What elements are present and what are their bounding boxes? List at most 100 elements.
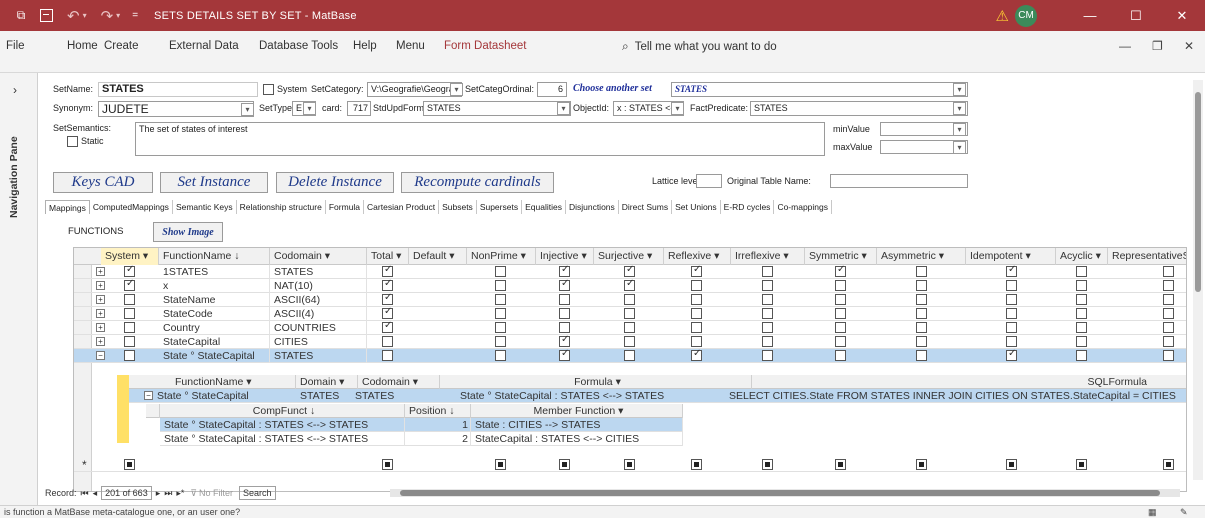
col-nonprime[interactable]: NonPrime ▾ — [467, 248, 536, 265]
surjective-checkbox[interactable] — [624, 350, 635, 361]
system-checkbox[interactable] — [124, 350, 135, 361]
subcol-formula[interactable]: Formula ▾ — [440, 375, 752, 389]
table-row[interactable]: +1STATESSTATES — [74, 264, 1186, 279]
nonprime-checkbox[interactable] — [495, 308, 506, 319]
setname-input[interactable]: STATES — [98, 82, 258, 97]
minvalue-dropdown-icon[interactable]: ▾ — [953, 123, 966, 136]
setsemantics-input[interactable]: The set of states of interest — [135, 122, 825, 156]
functionname-cell[interactable]: StateCapital — [159, 335, 270, 349]
new-acyclic-checkbox[interactable] — [1076, 459, 1087, 470]
prev-record-icon[interactable]: ◂ — [93, 488, 98, 499]
table-row[interactable]: − State ° StateCapital STATES — [74, 348, 1186, 363]
show-image-button[interactable]: Show Image — [153, 222, 223, 242]
codomain-cell[interactable]: STATES — [270, 265, 367, 279]
functionname-cell[interactable]: StateCode — [159, 307, 270, 321]
synonym-dropdown-icon[interactable]: ▾ — [241, 103, 254, 116]
asymmetric-checkbox[interactable] — [916, 336, 927, 347]
stdupdform-dropdown-icon[interactable]: ▾ — [557, 102, 570, 115]
col-reflexive[interactable]: Reflexive ▾ — [664, 248, 731, 265]
col-symmetric[interactable]: Symmetric ▾ — [805, 248, 877, 265]
expand-icon[interactable]: + — [96, 267, 105, 276]
tab-cartesian-product[interactable]: Cartesian Product — [364, 200, 440, 214]
tab-subsets[interactable]: Subsets — [439, 200, 477, 214]
functionname-cell[interactable]: 1STATES — [159, 265, 270, 279]
tab-help[interactable]: Help — [353, 36, 377, 56]
acyclic-checkbox[interactable] — [1076, 294, 1087, 305]
rep-checkbox[interactable] — [1163, 350, 1174, 361]
symmetric-checkbox[interactable] — [835, 322, 846, 333]
symmetric-checkbox[interactable] — [835, 264, 846, 277]
tell-me-box[interactable]: ⌕ Tell me what you want to do — [622, 36, 777, 57]
reflexive-checkbox[interactable] — [691, 322, 702, 333]
asymmetric-checkbox[interactable] — [916, 322, 927, 333]
tab-home[interactable]: Home — [67, 36, 98, 56]
col-default[interactable]: Default ▾ — [409, 248, 467, 265]
minimize-button[interactable]: — — [1067, 0, 1113, 31]
acyclic-checkbox[interactable] — [1076, 280, 1087, 291]
surjective-checkbox[interactable] — [624, 294, 635, 305]
tab-external-data[interactable]: External Data — [169, 36, 239, 56]
system-checkbox[interactable] — [124, 294, 135, 305]
injective-checkbox[interactable] — [559, 294, 570, 305]
new-record-nav-icon[interactable]: ▸* — [176, 488, 184, 499]
asymmetric-checkbox[interactable] — [916, 294, 927, 305]
recompute-cardinals-button[interactable]: Recompute cardinals — [401, 172, 554, 193]
system-checkbox[interactable] — [124, 308, 135, 319]
total-checkbox[interactable] — [382, 292, 393, 305]
injective-checkbox[interactable] — [559, 308, 570, 319]
acyclic-checkbox[interactable] — [1076, 350, 1087, 361]
col-injective[interactable]: Injective ▾ — [536, 248, 594, 265]
reflexive-checkbox[interactable] — [691, 280, 702, 291]
choose-set-dropdown-icon[interactable]: ▾ — [953, 83, 966, 96]
idempotent-checkbox[interactable] — [1006, 322, 1017, 333]
collapse-icon[interactable]: − — [144, 391, 153, 400]
system-checkbox[interactable] — [124, 336, 135, 347]
functionname-cell[interactable]: x — [159, 279, 270, 293]
close-button[interactable]: ✕ — [1159, 0, 1205, 31]
symmetric-checkbox[interactable] — [835, 308, 846, 319]
idempotent-checkbox[interactable] — [1006, 280, 1017, 291]
surjective-checkbox[interactable] — [624, 278, 635, 291]
subcol-position[interactable]: Position ↓ — [405, 404, 471, 418]
symmetric-checkbox[interactable] — [835, 280, 846, 291]
tab-create[interactable]: Create — [104, 36, 139, 56]
new-system-checkbox[interactable] — [124, 459, 135, 470]
tab-relationship-structure[interactable]: Relationship structure — [237, 200, 326, 214]
surjective-checkbox[interactable] — [624, 308, 635, 319]
functionname-cell[interactable]: StateName — [159, 293, 270, 307]
expand-icon[interactable]: + — [96, 337, 105, 346]
idempotent-checkbox[interactable] — [1006, 336, 1017, 347]
tab-erd-cycles[interactable]: E-RD cycles — [721, 200, 775, 214]
stdupdform-select[interactable]: STATES — [423, 101, 571, 116]
new-rep-checkbox[interactable] — [1163, 459, 1174, 470]
total-checkbox[interactable] — [382, 306, 393, 319]
subcol-domain[interactable]: Domain ▾ — [296, 375, 358, 389]
codomain-cell[interactable]: ASCII(4) — [270, 307, 367, 321]
tab-menu[interactable]: Menu — [396, 36, 425, 56]
new-irreflexive-checkbox[interactable] — [762, 459, 773, 470]
synonym-input[interactable]: JUDETE — [98, 101, 254, 117]
idempotent-checkbox[interactable] — [1006, 348, 1017, 361]
undo-dropdown-icon[interactable]: ▾ — [83, 11, 87, 20]
new-idempotent-checkbox[interactable] — [1006, 459, 1017, 470]
tab-semantic-keys[interactable]: Semantic Keys — [173, 200, 237, 214]
subform2-row-2[interactable]: State ° StateCapital : STATES <--> STATE… — [160, 432, 683, 446]
codomain-cell[interactable]: STATES — [270, 349, 367, 363]
keys-cad-button[interactable]: Keys CAD — [53, 172, 153, 193]
codomain-cell[interactable]: NAT(10) — [270, 279, 367, 293]
setcategory-dropdown-icon[interactable]: ▾ — [450, 83, 463, 96]
table-row[interactable]: + StateName ASCII(64) — [74, 292, 1186, 307]
total-checkbox[interactable] — [382, 278, 393, 291]
subcol-functionname[interactable]: FunctionName ▾ — [171, 375, 296, 389]
new-record-row[interactable]: * — [74, 458, 1186, 472]
injective-checkbox[interactable] — [559, 322, 570, 333]
system-checkbox[interactable] — [124, 278, 135, 291]
tab-supersets[interactable]: Supersets — [477, 200, 523, 214]
nonprime-checkbox[interactable] — [495, 280, 506, 291]
subform2-row-1[interactable]: State ° StateCapital : STATES <--> STATE… — [160, 418, 683, 432]
col-codomain[interactable]: Codomain ▾ — [270, 248, 367, 265]
new-reflexive-checkbox[interactable] — [691, 459, 702, 470]
subform-row[interactable]: − State ° StateCapital STATES STATES Sta… — [129, 389, 1186, 403]
setcategory-select[interactable]: V:\Geografie\Geografie — [367, 82, 462, 97]
ribbon-close-icon[interactable]: ✕ — [1184, 36, 1194, 56]
